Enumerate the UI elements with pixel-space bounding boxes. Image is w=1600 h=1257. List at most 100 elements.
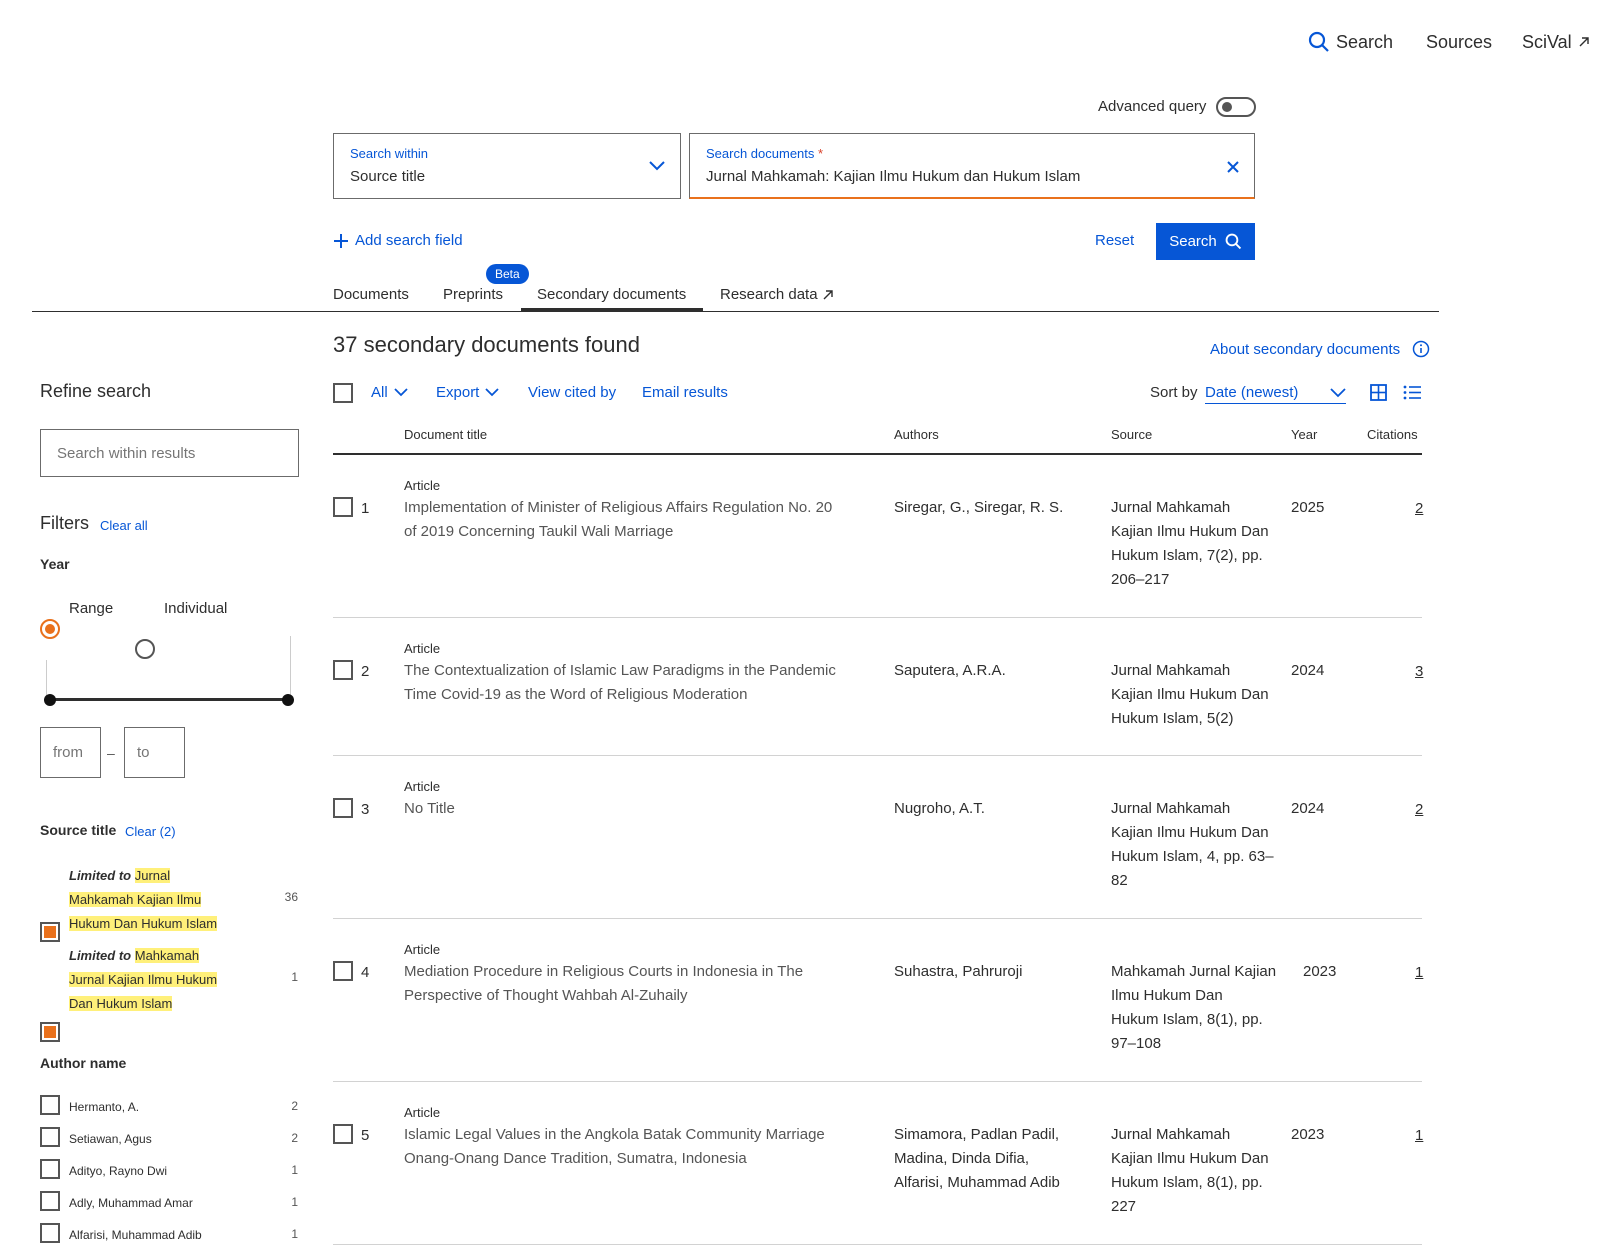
- advanced-query-label: Advanced query: [1098, 98, 1207, 115]
- author-filter-label: Setiawan, Agus: [69, 1132, 152, 1146]
- table-row: 3 Article No Title Nugroho, A.T. Jurnal …: [333, 756, 1423, 919]
- row-document-title[interactable]: No Title: [404, 797, 864, 821]
- source-title-heading: Source title: [40, 822, 117, 838]
- range-radio[interactable]: [40, 619, 60, 639]
- email-results-button[interactable]: Email results: [642, 384, 728, 401]
- search-within-select[interactable]: Search within Source title: [333, 133, 681, 199]
- author-filter-checkbox[interactable]: [40, 1159, 60, 1179]
- source-filter-checkbox[interactable]: [40, 922, 60, 942]
- row-document-title[interactable]: Implementation of Minister of Religious …: [404, 496, 864, 544]
- year-range-dash: –: [107, 745, 115, 761]
- row-checkbox[interactable]: [333, 798, 353, 818]
- row-source[interactable]: Jurnal Mahkamah Kajian Ilmu Hukum Dan Huku…: [1111, 659, 1291, 731]
- author-filter-label: Hermanto, A.: [69, 1100, 140, 1114]
- about-secondary-documents-link[interactable]: About secondary documents: [1210, 340, 1430, 358]
- nav-search-label: Search: [1336, 31, 1394, 52]
- search-button[interactable]: Search: [1156, 223, 1255, 260]
- author-filter-label: Alfarisi, Muhammad Adib: [69, 1228, 202, 1242]
- select-all-checkbox[interactable]: [333, 383, 353, 403]
- plus-icon: [334, 233, 348, 248]
- author-filter-checkbox[interactable]: [40, 1127, 60, 1147]
- range-label: Range: [69, 600, 114, 617]
- row-citations-link[interactable]: 1: [1415, 1127, 1423, 1144]
- column-header-source[interactable]: Source: [1111, 427, 1152, 442]
- row-citations-link[interactable]: 2: [1415, 500, 1423, 517]
- search-button-label: Search: [1169, 233, 1217, 250]
- table-row: 5 Article Islamic Legal Values in the An…: [333, 1082, 1423, 1245]
- row-citations-link[interactable]: 1: [1415, 964, 1423, 981]
- individual-radio[interactable]: [135, 639, 155, 659]
- advanced-query-toggle[interactable]: [1216, 97, 1256, 117]
- row-source[interactable]: Mahkamah Jurnal Kajian Ilmu Hukum Dan Huku…: [1111, 960, 1291, 1056]
- year-range-track[interactable]: [50, 698, 288, 701]
- range-histogram-left: [46, 660, 47, 696]
- search-documents-field[interactable]: Search documents * Jurnal Mahkamah: Kaji…: [689, 133, 1255, 199]
- year-range-min-handle[interactable]: [44, 694, 56, 706]
- row-citations-link[interactable]: 3: [1415, 663, 1423, 680]
- column-header-year[interactable]: Year: [1291, 427, 1317, 442]
- row-year: 2025: [1291, 499, 1325, 516]
- search-documents-value: Jurnal Mahkamah: Kajian Ilmu Hukum dan H…: [706, 168, 1081, 185]
- row-authors[interactable]: Siregar, G., Siregar, R. S.: [894, 496, 1099, 520]
- author-filter-checkbox[interactable]: [40, 1095, 60, 1115]
- row-checkbox[interactable]: [333, 497, 353, 517]
- row-document-title[interactable]: Islamic Legal Values in the Angkola Bata…: [404, 1123, 864, 1171]
- author-filter-checkbox[interactable]: [40, 1191, 60, 1211]
- row-checkbox[interactable]: [333, 961, 353, 981]
- grid-view-icon[interactable]: [1370, 384, 1387, 401]
- tab-secondary-documents[interactable]: Secondary documents: [537, 286, 686, 303]
- row-number: 5: [361, 1127, 370, 1144]
- search-within-results-input[interactable]: [40, 429, 299, 477]
- sort-select[interactable]: Date (newest): [1205, 384, 1346, 404]
- sort-by-label: Sort by: [1150, 384, 1198, 401]
- chevron-down-icon: [485, 388, 499, 397]
- row-checkbox[interactable]: [333, 660, 353, 680]
- column-header-title[interactable]: Document title: [404, 427, 487, 442]
- year-from-input[interactable]: [40, 727, 101, 778]
- row-source[interactable]: Jurnal Mahkamah Kajian Ilmu Hukum Dan Huku…: [1111, 797, 1291, 893]
- nav-search-link[interactable]: Search: [1308, 28, 1393, 56]
- tab-research-data[interactable]: Research data: [720, 286, 834, 303]
- row-authors[interactable]: Saputera, A.R.A.: [894, 659, 1099, 683]
- author-filter-count: 2: [291, 1099, 298, 1113]
- table-row: 4 Article Mediation Procedure in Religio…: [333, 919, 1423, 1082]
- author-filter-checkbox[interactable]: [40, 1223, 60, 1243]
- author-filter-count: 1: [291, 1227, 298, 1241]
- row-citations-link[interactable]: 2: [1415, 801, 1423, 818]
- source-filter-label: Limited to Jurnal Mahkamah Kajian Ilmu H…: [69, 868, 218, 931]
- row-document-title[interactable]: The Contextualization of Islamic Law Par…: [404, 659, 864, 707]
- select-all-dropdown[interactable]: All: [371, 384, 408, 401]
- clear-icon[interactable]: [1226, 160, 1240, 174]
- individual-label: Individual: [164, 600, 228, 617]
- view-cited-by-button[interactable]: View cited by: [528, 384, 616, 401]
- list-view-icon[interactable]: [1403, 385, 1421, 400]
- tab-preprints[interactable]: Preprints: [443, 286, 503, 303]
- year-to-input[interactable]: [124, 727, 185, 778]
- column-header-authors[interactable]: Authors: [894, 427, 939, 442]
- row-authors[interactable]: Simamora, Padlan Padil, Madina, Dinda Dif…: [894, 1123, 1099, 1195]
- author-filter-count: 2: [291, 1131, 298, 1145]
- export-dropdown[interactable]: Export: [436, 384, 499, 401]
- row-document-type: Article: [404, 779, 441, 794]
- row-source[interactable]: Jurnal Mahkamah Kajian Ilmu Hukum Dan Huku…: [1111, 496, 1291, 592]
- row-authors[interactable]: Nugroho, A.T.: [894, 797, 1099, 821]
- row-document-title[interactable]: Mediation Procedure in Religious Courts …: [404, 960, 864, 1008]
- tab-documents[interactable]: Documents: [333, 286, 409, 303]
- add-search-field-label: Add search field: [355, 232, 463, 249]
- row-checkbox[interactable]: [333, 1124, 353, 1144]
- nav-scival-link[interactable]: SciVal: [1522, 28, 1590, 56]
- row-source[interactable]: Jurnal Mahkamah Kajian Ilmu Hukum Dan Huku…: [1111, 1123, 1291, 1219]
- refine-search-heading: Refine search: [40, 381, 152, 401]
- row-authors[interactable]: Suhastra, Pahruroji: [894, 960, 1099, 984]
- add-search-field-button[interactable]: Add search field: [333, 232, 463, 249]
- reset-button[interactable]: Reset: [1095, 232, 1134, 249]
- source-filter-checkbox[interactable]: [40, 1022, 60, 1042]
- source-title-clear-link[interactable]: Clear (2): [125, 824, 176, 839]
- year-range-max-handle[interactable]: [282, 694, 294, 706]
- clear-all-link[interactable]: Clear all: [100, 518, 148, 533]
- source-filter-label: Limited to Mahkamah Jurnal Kajian Ilmu H…: [69, 948, 218, 1011]
- column-header-citations[interactable]: Citations: [1367, 427, 1418, 442]
- row-divider: [333, 1244, 1422, 1245]
- nav-sources-link[interactable]: Sources: [1426, 28, 1492, 56]
- row-number: 2: [361, 663, 370, 680]
